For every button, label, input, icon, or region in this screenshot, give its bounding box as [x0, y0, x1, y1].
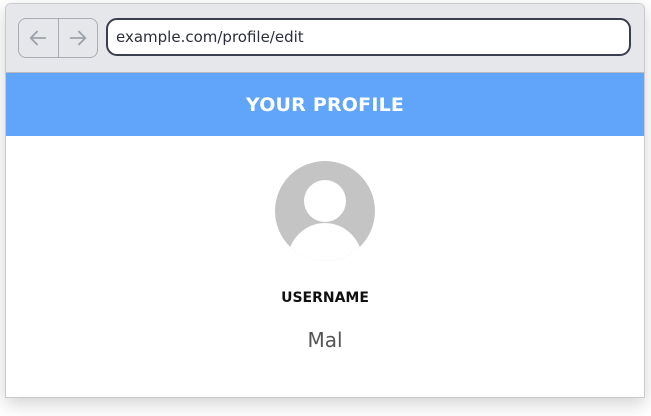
profile-header: YOUR PROFILE	[6, 73, 644, 136]
url-text: example.com/profile/edit	[116, 28, 304, 46]
arrow-right-icon	[69, 30, 86, 46]
address-bar[interactable]: example.com/profile/edit	[106, 18, 631, 56]
browser-toolbar: example.com/profile/edit	[6, 4, 644, 73]
arrow-left-icon	[30, 30, 47, 46]
page-title: YOUR PROFILE	[245, 93, 405, 116]
username-label: USERNAME	[281, 290, 369, 306]
forward-button[interactable]	[57, 19, 98, 57]
back-button[interactable]	[19, 19, 58, 57]
browser-window: example.com/profile/edit YOUR PROFILE US…	[5, 3, 645, 398]
user-avatar-icon	[287, 180, 363, 261]
username-value: Mal	[307, 328, 343, 352]
navigation-buttons	[18, 18, 98, 58]
avatar	[275, 161, 375, 261]
